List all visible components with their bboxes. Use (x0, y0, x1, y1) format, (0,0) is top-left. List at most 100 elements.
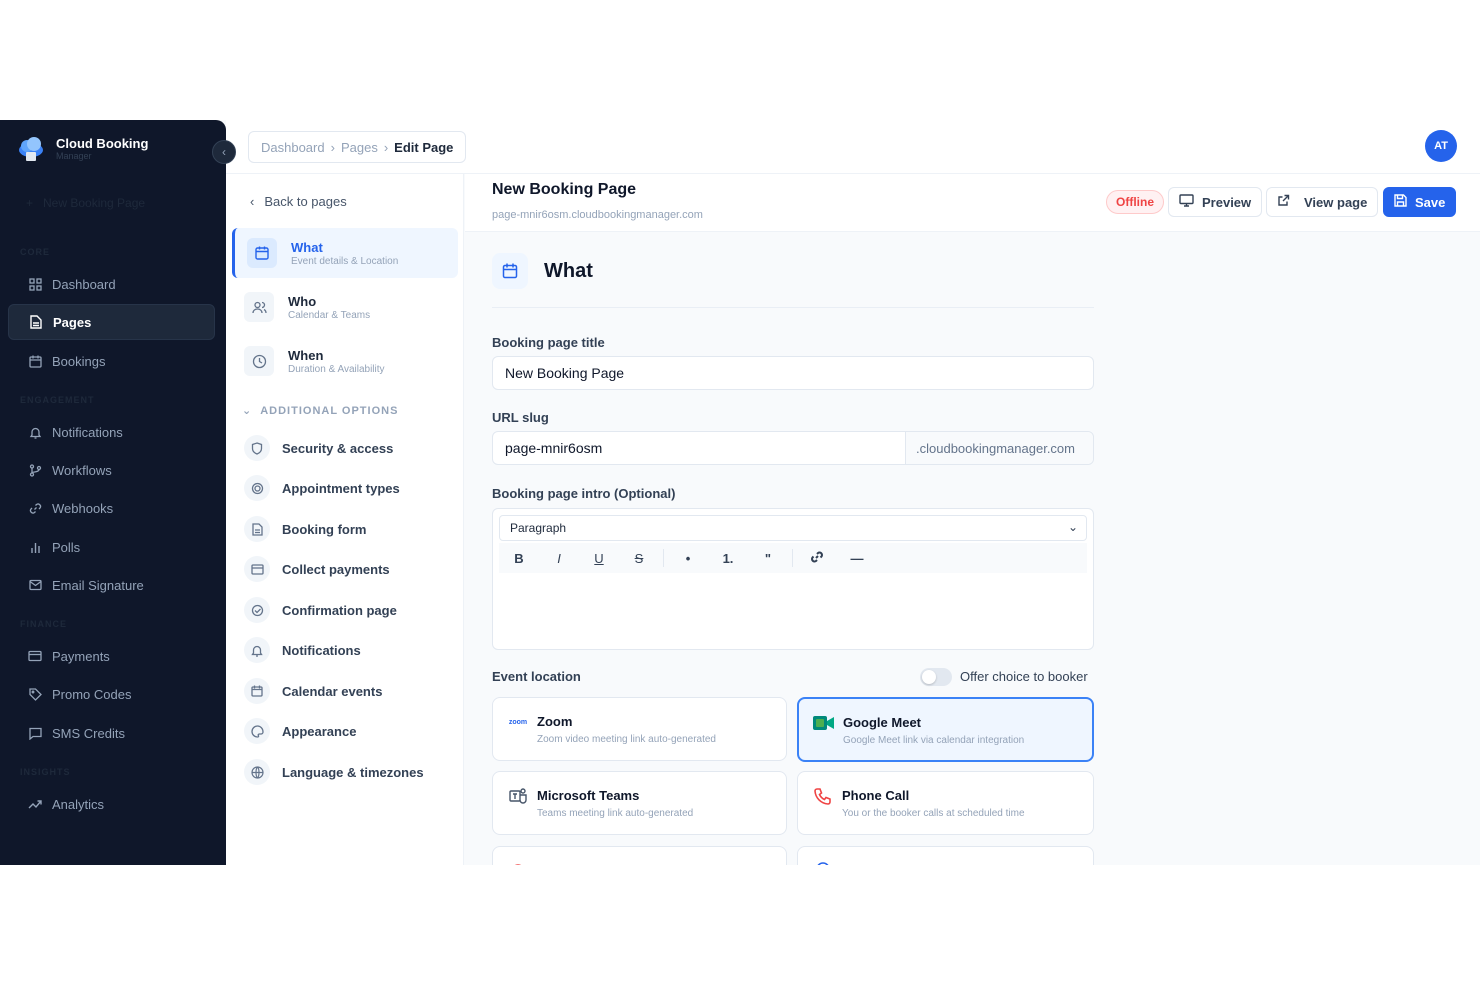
branch-icon (28, 463, 42, 477)
location-subtitle: Zoom video meeting link auto-generated (537, 734, 716, 745)
brand-subtitle: Manager (56, 151, 92, 161)
google-meet-icon (813, 715, 835, 731)
sidebar-item-label: Payments (52, 648, 110, 664)
sidebar-item-payments[interactable]: Payments (8, 638, 215, 674)
sidebar-item-workflows[interactable]: Workflows (8, 452, 215, 488)
chevron-left-icon: ‹ (250, 194, 255, 209)
location-microsoft-teams[interactable]: Microsoft Teams Teams meeting link auto-… (492, 771, 787, 835)
section-title: What (544, 259, 593, 282)
map-pin-icon (812, 862, 834, 865)
sidebar-item-pages[interactable]: Pages (8, 304, 215, 340)
sidebar-item-label: Email Signature (52, 577, 144, 593)
save-button[interactable]: Save (1383, 187, 1457, 217)
bell-icon (28, 425, 42, 439)
additional-options-toggle[interactable]: ⌄ ADDITIONAL OPTIONS (242, 404, 398, 418)
italic-button[interactable]: I (539, 551, 579, 566)
save-label: Save (1415, 194, 1446, 210)
zoom-icon: zoom (508, 718, 528, 726)
slug-label: URL slug (492, 410, 549, 425)
offer-choice-label: Offer choice to booker (960, 669, 1088, 684)
step-when[interactable]: When Duration & Availability (232, 336, 458, 386)
option-confirmation-page[interactable]: Confirmation page (244, 596, 397, 624)
step-what[interactable]: What Event details & Location (232, 228, 458, 278)
option-collect-payments[interactable]: Collect payments (244, 555, 390, 583)
location-zoom[interactable]: zoom Zoom Zoom video meeting link auto-g… (492, 697, 787, 761)
sidebar-item-sms-credits[interactable]: SMS Credits (8, 715, 215, 751)
sidebar-item-bookings[interactable]: Bookings (8, 343, 215, 379)
tag-icon (28, 687, 42, 701)
breadcrumb-pages[interactable]: Pages (341, 140, 378, 155)
step-who[interactable]: Who Calendar & Teams (232, 282, 458, 332)
link-button[interactable] (797, 550, 837, 567)
step-subtitle: Calendar & Teams (288, 309, 371, 321)
avatar[interactable]: AT (1425, 130, 1457, 162)
toolbar-separator (792, 549, 793, 567)
globe-icon (244, 759, 270, 785)
sidebar-item-analytics[interactable]: Analytics (8, 786, 215, 822)
option-label: Calendar events (282, 683, 383, 699)
topbar: Dashboard › Pages › Edit Page AT (226, 120, 1480, 174)
title-input[interactable]: New Booking Page (492, 356, 1094, 390)
slug-suffix: .cloudbookingmanager.com (905, 432, 1093, 464)
sidebar-item-polls[interactable]: Polls (8, 529, 215, 565)
page-url[interactable]: page-mnir6osm.cloudbookingmanager.com (492, 209, 703, 221)
ordered-list-button[interactable]: 1. (708, 551, 748, 566)
slug-input[interactable]: page-mnir6osm .cloudbookingmanager.com (492, 431, 1094, 465)
back-to-pages-link[interactable]: ‹ Back to pages (250, 194, 347, 209)
format-select[interactable]: Paragraph ⌄ (499, 515, 1087, 541)
option-booking-form[interactable]: Booking form (244, 515, 367, 543)
sidebar-item-notifications[interactable]: Notifications (8, 414, 215, 450)
page-header: New Booking Page page-mnir6osm.cloudbook… (465, 174, 1480, 232)
main-content: New Booking Page page-mnir6osm.cloudbook… (465, 174, 1480, 865)
preview-button[interactable]: Preview (1168, 187, 1263, 217)
bullet-list-button[interactable]: • (668, 551, 708, 566)
horizontal-rule-button[interactable]: — (837, 551, 877, 566)
option-language-timezones[interactable]: Language & timezones (244, 758, 424, 786)
sidebar-item-dashboard[interactable]: Dashboard (8, 266, 215, 302)
step-title: When (288, 347, 324, 363)
sidebar-item-promo-codes[interactable]: Promo Codes (8, 676, 215, 712)
option-label: Collect payments (282, 561, 390, 577)
location-title: Google Meet (843, 715, 922, 730)
chevron-right-icon: › (383, 139, 389, 155)
location-label: Event location (492, 669, 581, 684)
intro-editor[interactable]: Paragraph ⌄ B I U S • 1. " — (492, 508, 1094, 650)
new-booking-page-button[interactable]: + New Booking Page (26, 196, 145, 210)
option-security[interactable]: Security & access (244, 434, 393, 462)
option-appointment-types[interactable]: Appointment types (244, 474, 400, 502)
option-notifications[interactable]: Notifications (244, 636, 361, 664)
back-label: Back to pages (264, 194, 347, 209)
section-label-core: CORE (20, 247, 51, 257)
shield-icon (244, 435, 270, 461)
option-calendar-events[interactable]: Calendar events (244, 677, 382, 705)
collapse-sidebar-button[interactable]: ‹ (212, 140, 236, 164)
link-icon (811, 551, 823, 562)
strikethrough-button[interactable]: S (619, 551, 659, 566)
option-appearance[interactable]: Appearance (244, 717, 356, 745)
quote-button[interactable]: " (748, 551, 788, 566)
underline-button[interactable]: U (579, 551, 619, 566)
location-card-partial[interactable] (797, 846, 1094, 865)
sidebar-item-webhooks[interactable]: Webhooks (8, 490, 215, 526)
sidebar-item-label: Notifications (52, 424, 123, 440)
location-google-meet[interactable]: Google Meet Google Meet link via calenda… (797, 697, 1094, 762)
view-page-button[interactable]: View page (1266, 187, 1379, 217)
bold-button[interactable]: B (499, 551, 539, 566)
breadcrumb-current: Edit Page (394, 139, 454, 155)
location-card-partial[interactable] (492, 846, 787, 865)
sidebar-item-email-signature[interactable]: Email Signature (8, 567, 215, 603)
location-phone-call[interactable]: Phone Call You or the booker calls at sc… (797, 771, 1094, 835)
view-page-label: View page (1304, 194, 1368, 210)
breadcrumb-dashboard[interactable]: Dashboard (261, 140, 325, 155)
format-value: Paragraph (510, 521, 567, 535)
form-icon (244, 516, 270, 542)
location-subtitle: Google Meet link via calendar integratio… (843, 735, 1025, 746)
offer-choice-toggle[interactable] (920, 668, 952, 686)
brand[interactable]: Cloud Booking Manager (16, 134, 148, 164)
external-link-icon (1277, 194, 1290, 210)
location-title: Zoom (537, 714, 573, 729)
brand-name: Cloud Booking (56, 136, 149, 151)
calendar-icon (492, 253, 528, 289)
option-label: Security & access (282, 440, 394, 456)
sidebar-item-label: Webhooks (52, 500, 114, 516)
